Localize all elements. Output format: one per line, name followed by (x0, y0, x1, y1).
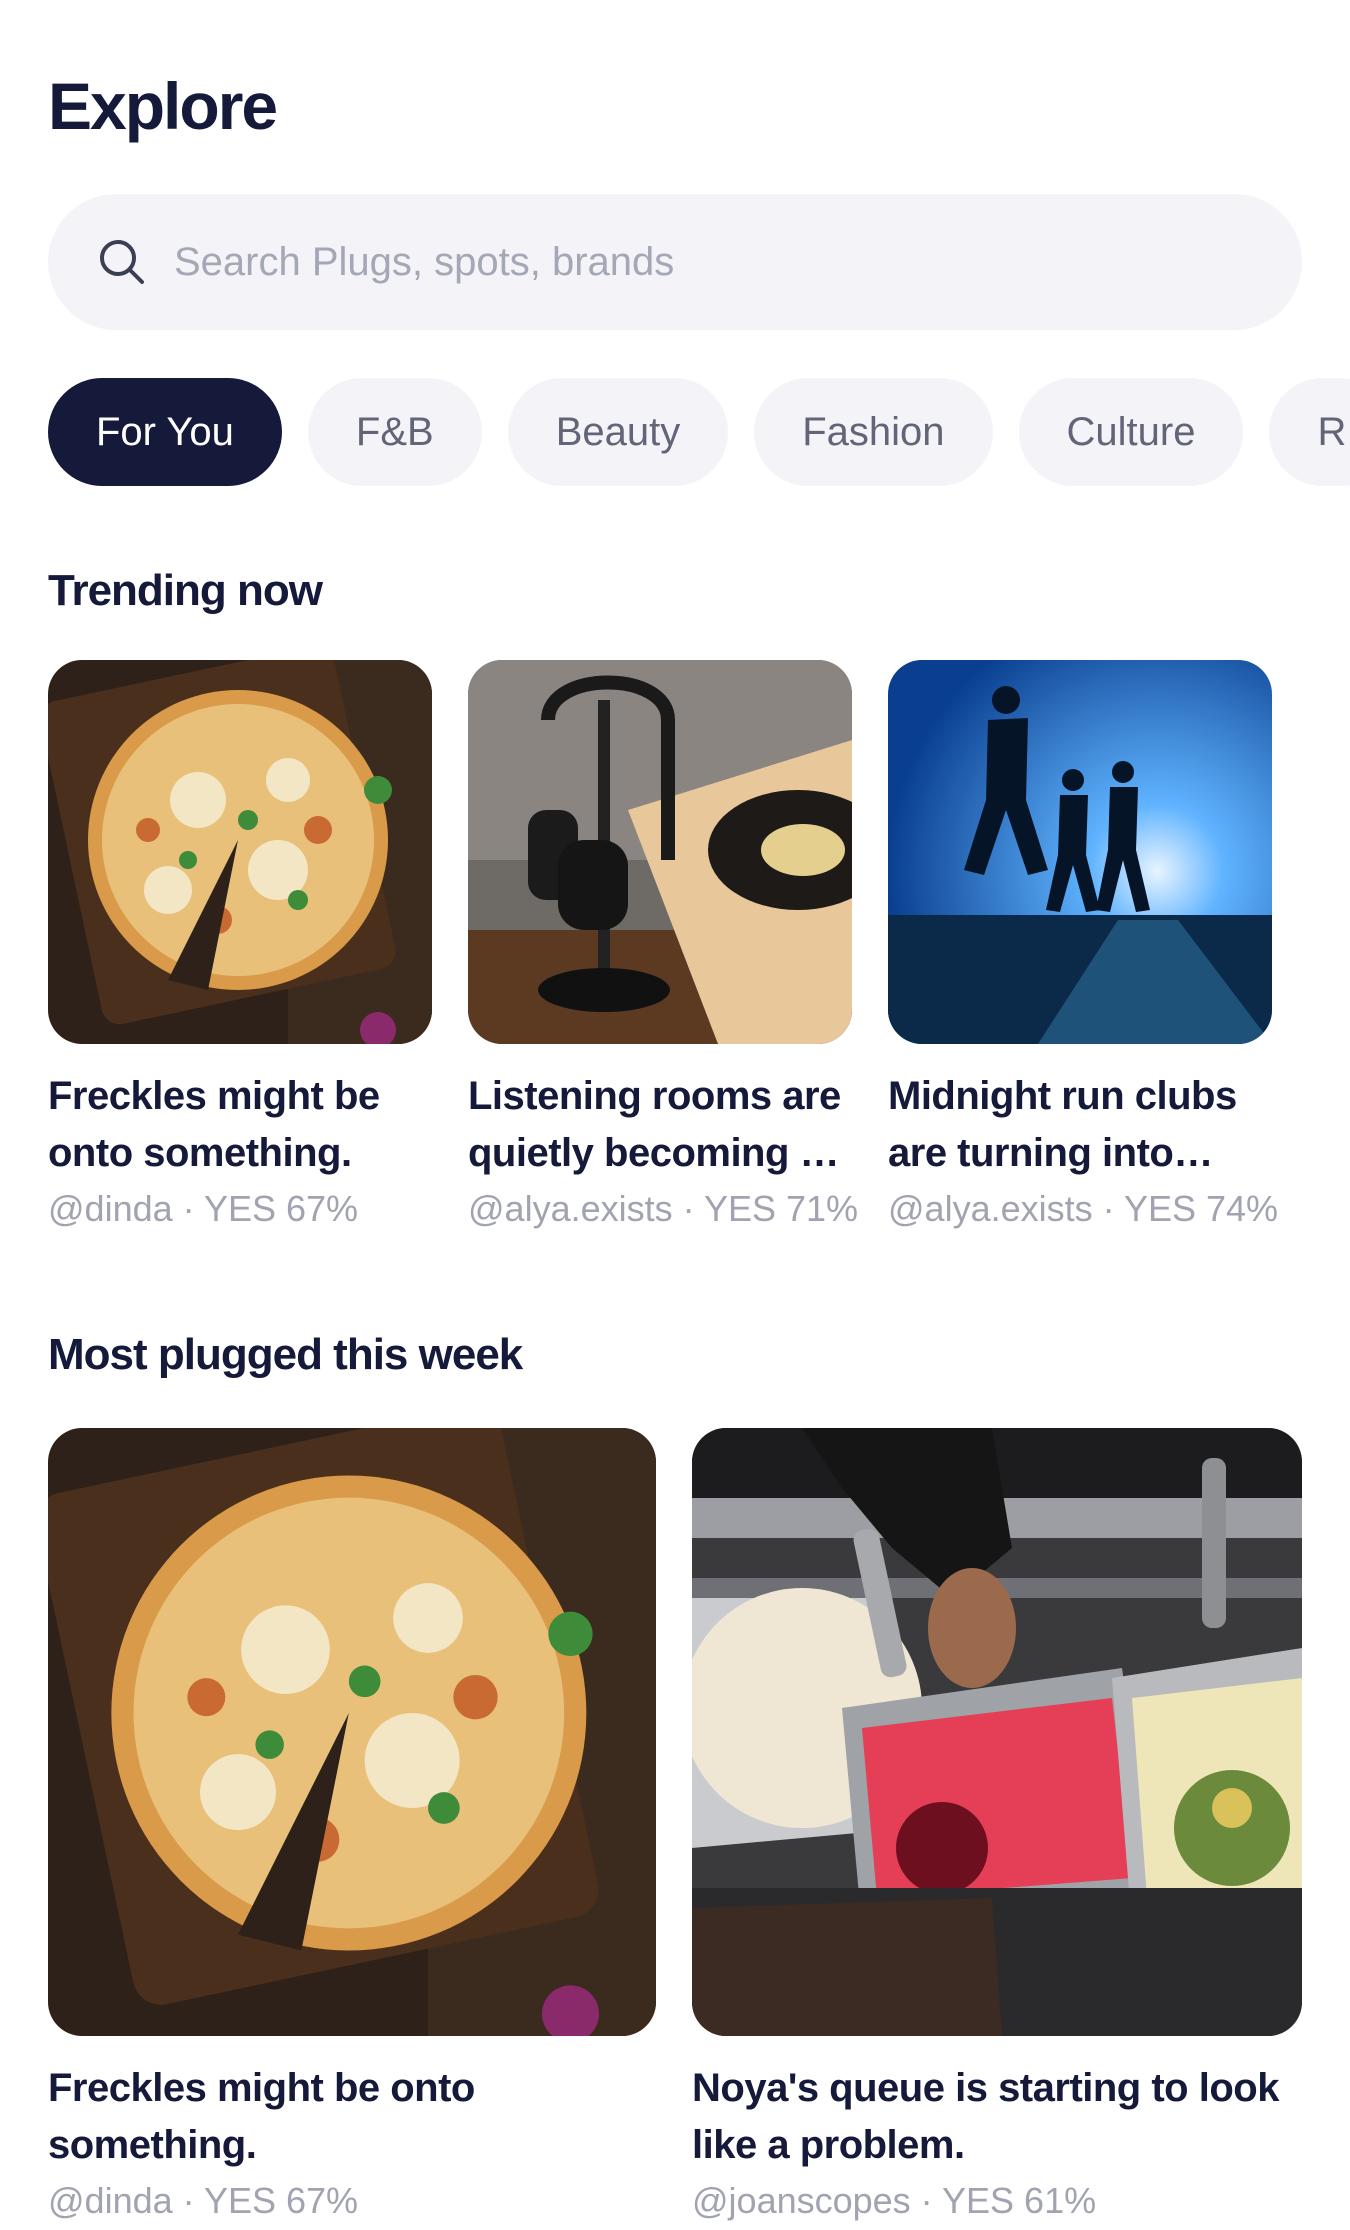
filter-chip-partial[interactable]: R (1269, 378, 1350, 486)
trending-card[interactable]: Listening rooms are quietly becoming … @… (468, 660, 859, 1230)
search-input[interactable] (174, 239, 1174, 285)
post-title: Listening rooms are quietly becoming … (468, 1074, 841, 1175)
filter-chip-fnb[interactable]: F&B (307, 378, 482, 486)
most-plugged-card[interactable]: Noya's queue is starting to look like a … (692, 1428, 1302, 2222)
page-title: Explore (48, 69, 278, 143)
trending-card[interactable]: Freckles might be onto something. @dinda… (48, 660, 432, 1230)
most-plugged-card[interactable]: Freckles might be onto something. @dinda… (48, 1428, 656, 2222)
post-meta: @joanscopes · YES 61% (692, 2180, 1097, 2221)
trending-card[interactable]: Midnight run clubs are turning into… @al… (888, 660, 1279, 1230)
post-title: Noya's queue is starting to look like a … (692, 2066, 1279, 2167)
post-thumbnail (48, 660, 432, 1044)
post-thumbnail (48, 1428, 656, 2036)
post-thumbnail (692, 1428, 1302, 2036)
search-bar[interactable] (48, 194, 1302, 330)
post-thumbnail (468, 660, 852, 1044)
search-icon (100, 240, 144, 284)
filter-chip-culture[interactable]: Culture (1018, 378, 1244, 486)
post-meta: @dinda · YES 67% (48, 2180, 359, 2221)
post-meta: @dinda · YES 67% (48, 1188, 359, 1229)
filter-chip-for-you[interactable]: For You (48, 378, 282, 486)
post-meta: @alya.exists · YES 71% (468, 1188, 859, 1229)
post-title: Freckles might be onto something. (48, 1074, 380, 1175)
post-title: Freckles might be onto something. (48, 2066, 475, 2167)
post-title: Midnight run clubs are turning into… (888, 1074, 1237, 1175)
most-plugged-section-title: Most plugged this week (48, 1330, 523, 1379)
explore-screen: Explore For You F&B Beauty Fashion Cultu… (0, 0, 1350, 2230)
filter-chip-fashion[interactable]: Fashion (754, 378, 993, 486)
filter-chip-beauty[interactable]: Beauty (507, 378, 729, 486)
category-filter-bar: For You F&B Beauty Fashion Culture R (48, 378, 1350, 486)
post-meta: @alya.exists · YES 74% (888, 1188, 1279, 1229)
trending-section-title: Trending now (48, 566, 323, 615)
post-thumbnail (888, 660, 1272, 1044)
